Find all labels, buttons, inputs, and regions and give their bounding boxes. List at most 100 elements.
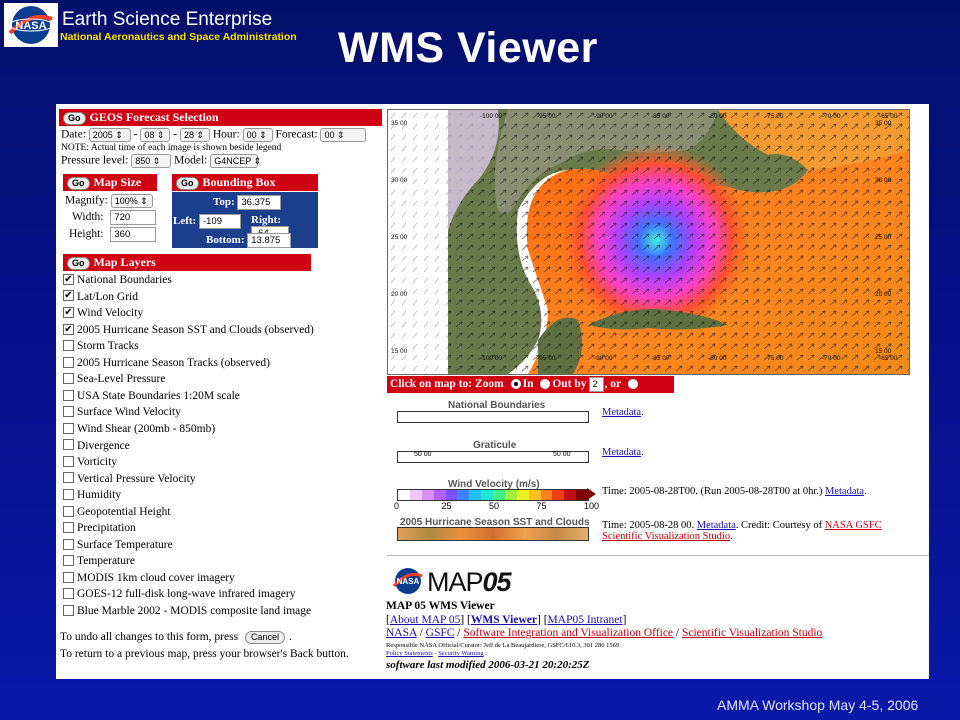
layer-item[interactable]: Wind Shear (200mb - 850mb) bbox=[63, 421, 215, 437]
map05-intranet-link[interactable]: MAP05 Intranet bbox=[548, 614, 623, 626]
security-warning-link[interactable]: Security Warning bbox=[438, 650, 483, 657]
layer-checkbox[interactable]: ✔ bbox=[63, 273, 74, 285]
bbox-top-label: Top: bbox=[213, 196, 235, 209]
layer-item[interactable]: ✔ 2005 Hurricane Season SST and Clouds (o… bbox=[63, 322, 314, 338]
sivo-link[interactable]: Software Integration and Visualization O… bbox=[463, 627, 673, 639]
layer-checkbox[interactable] bbox=[63, 555, 74, 567]
layer-checkbox[interactable] bbox=[63, 489, 74, 500]
date-label: Date: bbox=[61, 128, 86, 141]
layer-item[interactable]: 2005 Hurricane Season Tracks (observed) bbox=[63, 355, 270, 371]
layer-checkbox[interactable] bbox=[63, 588, 74, 600]
weather-map[interactable]: 35 00 35 00 30 00 30 00 25 00 25 00 20 00 20 00… bbox=[388, 110, 909, 374]
graticule-metadata-link[interactable]: Metadata bbox=[602, 447, 641, 458]
layer-checkbox[interactable] bbox=[63, 340, 74, 352]
zoom-out-factor-input[interactable]: 2 bbox=[589, 376, 605, 392]
cancel-button[interactable]: Cancel bbox=[244, 631, 285, 644]
longitude-label: -65 00 bbox=[879, 355, 898, 362]
width-input[interactable]: 720 bbox=[110, 210, 157, 225]
layer-label: 2005 Hurricane Season SST and Clouds (ob… bbox=[77, 323, 314, 336]
year-select[interactable]: 2005 ⇕ bbox=[88, 128, 131, 142]
wind-tick-label: 0 bbox=[394, 501, 400, 511]
layer-checkbox[interactable] bbox=[63, 604, 74, 616]
layer-item[interactable]: Blue Marble 2002 - MODIS composite land … bbox=[63, 603, 311, 619]
layer-checkbox[interactable] bbox=[63, 439, 74, 451]
nasa-logo: NASA bbox=[4, 3, 58, 47]
about-map05-link[interactable]: About MAP 05 bbox=[390, 614, 461, 626]
layer-item[interactable]: Vertical Pressure Velocity bbox=[63, 471, 196, 487]
zoom-out-radio[interactable] bbox=[540, 379, 551, 390]
width-label: Width: bbox=[72, 211, 104, 224]
latitude-label: 15 00 bbox=[391, 348, 408, 355]
layer-checkbox[interactable] bbox=[63, 472, 74, 484]
nasa-gsfc-svs-link[interactable]: NASA GSFC Scientific Visualization Studi… bbox=[602, 520, 882, 542]
layer-item[interactable]: USA State Boundaries 1:20M scale bbox=[63, 388, 240, 404]
height-input[interactable]: 360 bbox=[110, 227, 157, 242]
layer-checkbox[interactable] bbox=[63, 522, 74, 534]
layer-item[interactable]: Surface Temperature bbox=[63, 537, 173, 553]
wind-metadata-link[interactable]: Metadata bbox=[825, 486, 864, 497]
layer-checkbox[interactable] bbox=[63, 571, 74, 583]
layer-item[interactable]: Geopotential Height bbox=[63, 504, 171, 520]
wind-color-swatch bbox=[516, 490, 529, 500]
day-select[interactable]: 28 ⇕ bbox=[179, 128, 210, 142]
gsfc-link[interactable]: GSFC bbox=[426, 627, 455, 639]
layer-checkbox[interactable] bbox=[63, 422, 74, 434]
layer-checkbox[interactable] bbox=[63, 538, 74, 550]
forecast-go-button[interactable]: Go bbox=[63, 112, 86, 125]
forecast-select[interactable]: 00 ⇕ bbox=[320, 128, 367, 142]
bbox-left-input[interactable]: -109 bbox=[198, 214, 241, 229]
layer-item[interactable]: Storm Tracks bbox=[63, 338, 139, 354]
wms-viewer-link[interactable]: WMS Viewer bbox=[471, 614, 537, 626]
layer-checkbox[interactable]: ✔ bbox=[63, 323, 74, 335]
national-metadata-link[interactable]: Metadata bbox=[602, 407, 641, 418]
model-label: Model: bbox=[174, 154, 208, 167]
wind-tick-label: 100 bbox=[584, 501, 600, 511]
layer-item[interactable]: ✔ Lat/Lon Grid bbox=[63, 289, 138, 305]
wind-color-swatch bbox=[552, 490, 565, 500]
bbox-bottom-input[interactable]: 13.875 bbox=[247, 233, 292, 248]
bbox-go-button[interactable]: Go bbox=[176, 177, 199, 190]
zoom-in-radio[interactable] bbox=[510, 379, 521, 390]
longitude-label: -100 00 bbox=[480, 355, 502, 362]
wind-color-swatch bbox=[398, 490, 410, 500]
recenter-radio[interactable] bbox=[627, 379, 638, 390]
layer-item[interactable]: Sea-Level Pressure bbox=[63, 371, 165, 387]
layer-item[interactable]: MODIS 1km cloud cover imagery bbox=[63, 570, 235, 586]
layer-checkbox[interactable] bbox=[63, 356, 74, 368]
map-size-go-button[interactable]: Go bbox=[67, 177, 90, 190]
hour-label: Hour: bbox=[212, 128, 240, 141]
layer-checkbox[interactable]: ✔ bbox=[63, 290, 74, 302]
map-layers-go-button[interactable]: Go bbox=[67, 257, 90, 270]
layer-item[interactable]: ✔ Wind Velocity bbox=[63, 305, 143, 321]
nasa-link[interactable]: NASA bbox=[386, 627, 417, 639]
month-select[interactable]: 08 ⇕ bbox=[140, 128, 171, 142]
layer-checkbox[interactable]: ✔ bbox=[63, 306, 74, 318]
layer-checkbox[interactable] bbox=[63, 406, 74, 418]
bbox-top-input[interactable]: 36.375 bbox=[237, 195, 282, 210]
svs-link[interactable]: Scientific Visualization Studio bbox=[682, 627, 822, 639]
latitude-label: 20 00 bbox=[391, 291, 408, 298]
layer-checkbox[interactable] bbox=[63, 455, 74, 467]
wind-color-swatch bbox=[504, 490, 517, 500]
layer-item[interactable]: Precipitation bbox=[63, 520, 136, 536]
responsible-official: Responsible NASA Official/Curator: Jeff … bbox=[386, 642, 620, 649]
layer-item[interactable]: Temperature bbox=[63, 553, 135, 569]
layer-item[interactable]: Divergence bbox=[63, 438, 130, 454]
layer-item[interactable]: Surface Wind Velocity bbox=[63, 404, 181, 420]
layer-checkbox[interactable] bbox=[63, 505, 74, 517]
layer-item[interactable]: Vorticity bbox=[63, 454, 117, 470]
pressure-select[interactable]: 850 ⇕ bbox=[131, 154, 172, 168]
policy-row: Policy Statements - Security Warning bbox=[386, 650, 484, 657]
layer-item[interactable]: Humidity bbox=[63, 487, 121, 503]
layer-item[interactable]: ✔ National Boundaries bbox=[63, 272, 172, 288]
wms-viewer-page: Go GEOS Forecast Selection Date: 2005 ⇕ -… bbox=[56, 104, 929, 679]
policy-statements-link[interactable]: Policy Statements bbox=[386, 650, 433, 657]
hour-select[interactable]: 00 ⇕ bbox=[242, 128, 273, 142]
model-select[interactable]: G4NCEP ⇕ bbox=[210, 154, 261, 168]
layer-item[interactable]: GOES-12 full-disk long-wave infrared ima… bbox=[63, 586, 295, 602]
layer-checkbox[interactable] bbox=[63, 389, 74, 401]
magnify-select[interactable]: 100% ⇕ bbox=[110, 194, 153, 208]
bbox-header: GoBounding Box (degrees) bbox=[172, 174, 318, 206]
longitude-label: -95 00 bbox=[537, 355, 556, 362]
layer-checkbox[interactable] bbox=[63, 373, 74, 385]
